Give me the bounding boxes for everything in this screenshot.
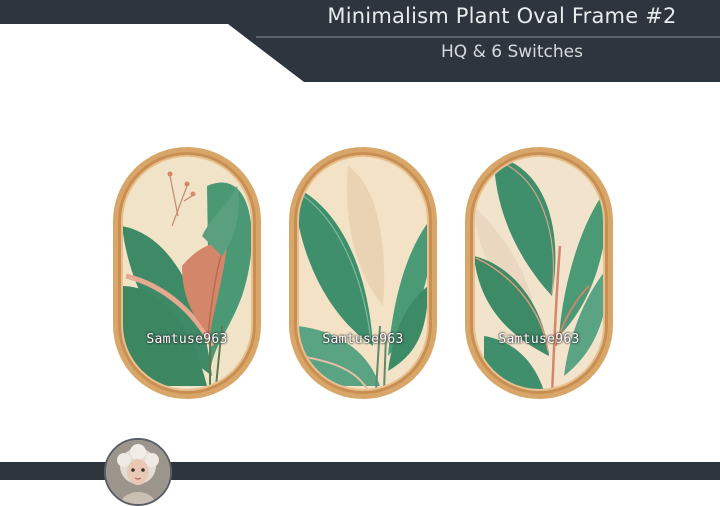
doll-portrait-icon (106, 440, 170, 504)
watermark-2: Samtuse963 (322, 332, 404, 347)
oval-frame-1[interactable]: Samtuse963 (112, 146, 262, 400)
creator-avatar[interactable] (104, 438, 172, 506)
oval-frame-2[interactable]: Samtuse963 (288, 146, 438, 400)
plant-artwork-2 (289, 147, 437, 399)
plant-artwork-3 (465, 147, 613, 399)
frame-gallery: Samtuse963 Samtuse963 Samtuse963 (0, 0, 720, 480)
plant-artwork-1 (113, 147, 261, 399)
oval-frame-3[interactable]: Samtuse963 (464, 146, 614, 400)
watermark-3: Samtuse963 (498, 332, 580, 347)
watermark-1: Samtuse963 (146, 332, 228, 347)
